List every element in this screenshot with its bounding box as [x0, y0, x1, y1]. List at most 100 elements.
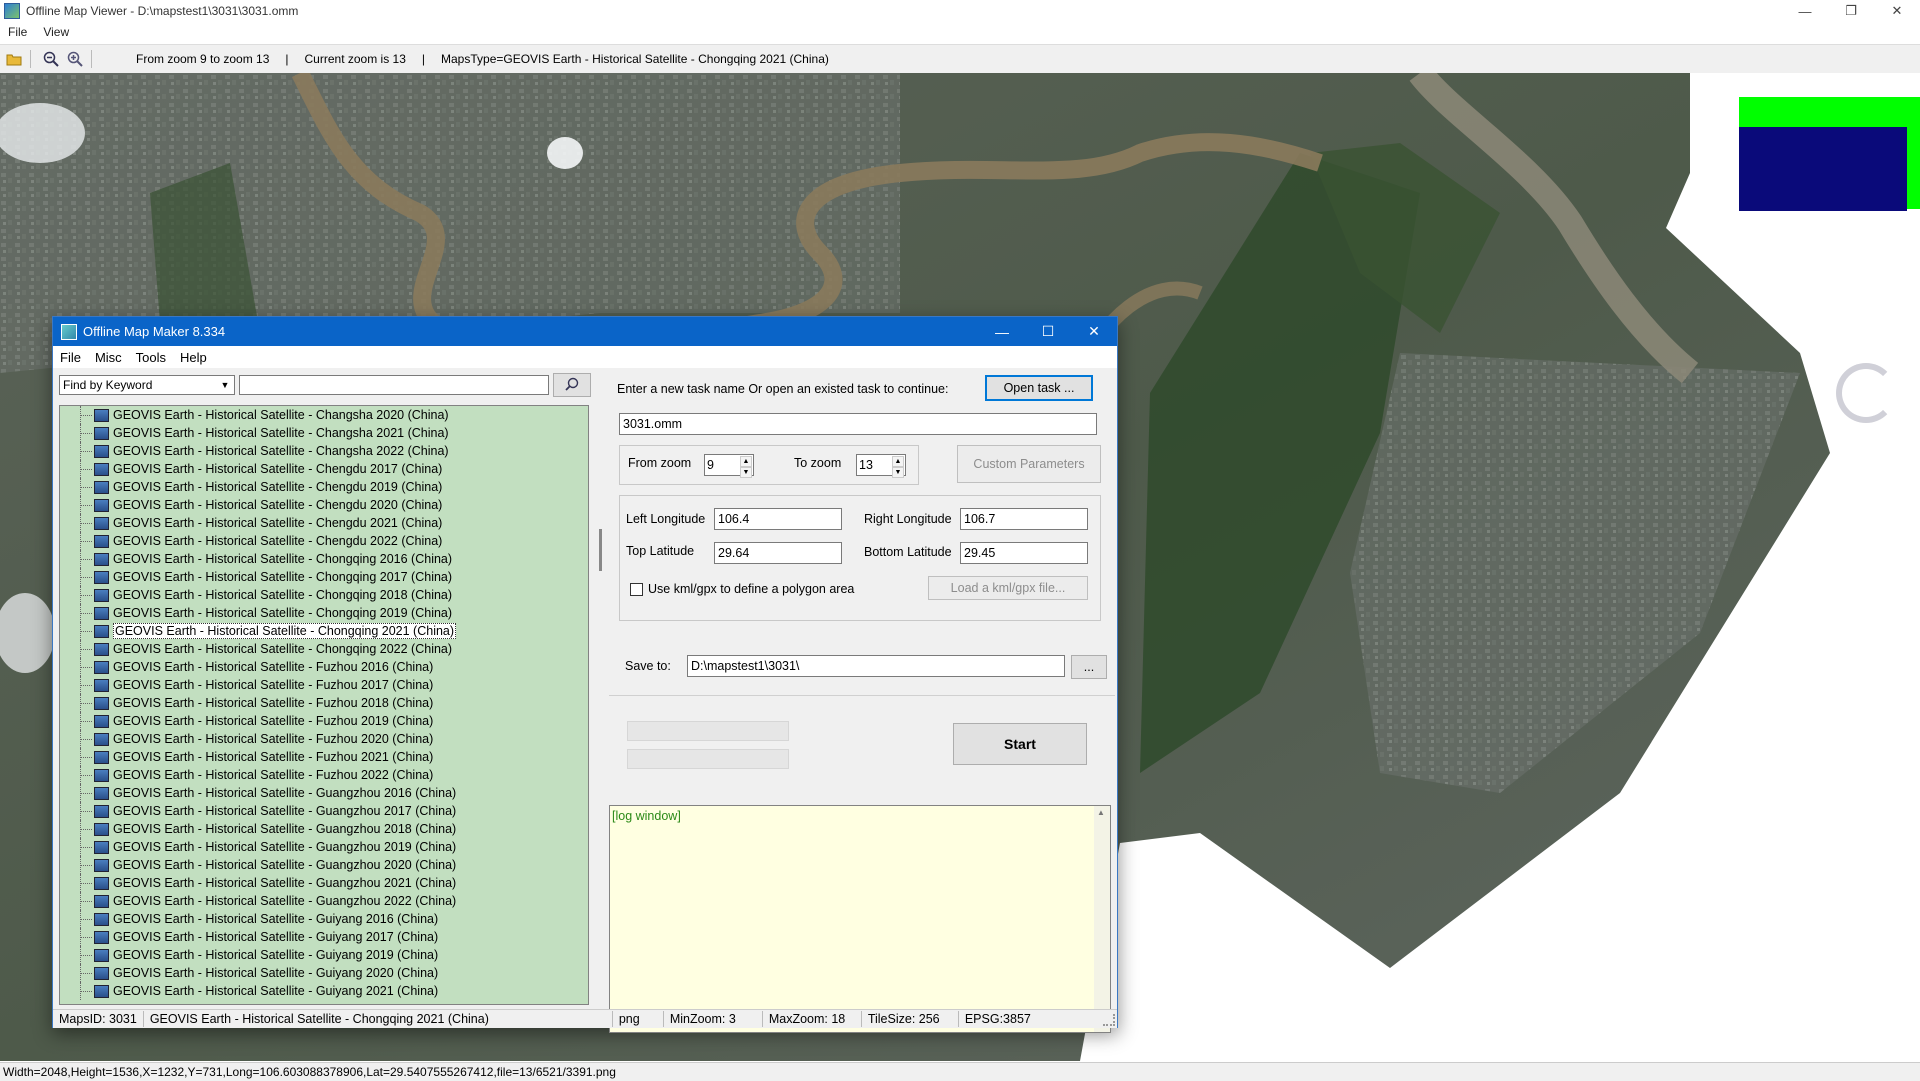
list-item[interactable]: GEOVIS Earth - Historical Satellite - Ch… — [60, 460, 588, 478]
list-item-label: GEOVIS Earth - Historical Satellite - Ch… — [113, 408, 449, 422]
search-row: Find by Keyword ▼ — [59, 373, 595, 397]
area-group: Left Longitude 106.4 Right Longitude 106… — [619, 495, 1101, 621]
list-item-label: GEOVIS Earth - Historical Satellite - Gu… — [113, 930, 439, 944]
dialog-maximize-button[interactable]: ☐ — [1025, 317, 1071, 346]
list-item[interactable]: GEOVIS Earth - Historical Satellite - Gu… — [60, 928, 588, 946]
bottom-latitude-input[interactable]: 29.45 — [960, 542, 1088, 564]
list-item[interactable]: GEOVIS Earth - Historical Satellite - Ch… — [60, 604, 588, 622]
tree-branch-line — [60, 622, 94, 640]
map-layer-icon — [94, 948, 109, 962]
tree-branch-line — [60, 676, 94, 694]
map-layer-icon — [94, 696, 109, 710]
list-item-label: GEOVIS Earth - Historical Satellite - Gu… — [113, 984, 439, 998]
dialog-menubar: File Misc Tools Help — [53, 346, 1117, 368]
zoom-in-icon[interactable] — [65, 49, 85, 69]
kml-polygon-checkbox[interactable] — [630, 583, 643, 596]
list-item[interactable]: GEOVIS Earth - Historical Satellite - Ch… — [60, 586, 588, 604]
dialog-minimize-button[interactable]: — — [979, 317, 1025, 346]
scroll-up-icon[interactable]: ▲ — [1097, 808, 1105, 817]
log-scrollbar[interactable]: ▲ ▼ — [1094, 806, 1110, 1032]
map-layer-icon — [94, 588, 109, 602]
status-max-zoom: MaxZoom: 18 — [763, 1011, 862, 1027]
start-button[interactable]: Start — [953, 723, 1087, 765]
viewer-minimize-button[interactable]: — — [1782, 0, 1828, 22]
resize-grip-icon[interactable] — [1103, 1014, 1115, 1026]
open-folder-icon[interactable] — [4, 49, 24, 69]
viewer-menu-file[interactable]: File — [0, 25, 35, 39]
list-item[interactable]: GEOVIS Earth - Historical Satellite - Gu… — [60, 856, 588, 874]
list-item[interactable]: GEOVIS Earth - Historical Satellite - Gu… — [60, 874, 588, 892]
search-mode-select[interactable]: Find by Keyword ▼ — [59, 375, 235, 395]
viewer-menu-view[interactable]: View — [35, 25, 77, 39]
map-layer-icon — [94, 840, 109, 854]
list-item[interactable]: GEOVIS Earth - Historical Satellite - Fu… — [60, 748, 588, 766]
load-kml-button[interactable]: Load a kml/gpx file... — [928, 576, 1088, 600]
list-item[interactable]: GEOVIS Earth - Historical Satellite - Ch… — [60, 550, 588, 568]
viewer-restore-button[interactable]: ❐ — [1828, 0, 1874, 22]
tree-scrollbar-thumb[interactable] — [599, 529, 602, 571]
list-item[interactable]: GEOVIS Earth - Historical Satellite - Ch… — [60, 442, 588, 460]
list-item[interactable]: GEOVIS Earth - Historical Satellite - Gu… — [60, 784, 588, 802]
list-item[interactable]: GEOVIS Earth - Historical Satellite - Fu… — [60, 676, 588, 694]
status-map-name: GEOVIS Earth - Historical Satellite - Ch… — [144, 1011, 613, 1027]
list-item[interactable]: GEOVIS Earth - Historical Satellite - Gu… — [60, 910, 588, 928]
list-item[interactable]: GEOVIS Earth - Historical Satellite - Ch… — [60, 478, 588, 496]
map-viewer-app-icon — [4, 3, 20, 19]
tree-branch-line — [60, 946, 94, 964]
list-item[interactable]: GEOVIS Earth - Historical Satellite - Ch… — [60, 514, 588, 532]
list-item[interactable]: GEOVIS Earth - Historical Satellite - Ch… — [60, 622, 588, 640]
right-longitude-input[interactable]: 106.7 — [960, 508, 1088, 530]
zoom-out-icon[interactable] — [41, 49, 61, 69]
list-item[interactable]: GEOVIS Earth - Historical Satellite - Fu… — [60, 712, 588, 730]
map-layer-icon — [94, 912, 109, 926]
dialog-close-button[interactable]: ✕ — [1071, 317, 1117, 346]
list-item-label: GEOVIS Earth - Historical Satellite - Ch… — [113, 534, 443, 548]
list-item[interactable]: GEOVIS Earth - Historical Satellite - Ch… — [60, 532, 588, 550]
list-item[interactable]: GEOVIS Earth - Historical Satellite - Ch… — [60, 496, 588, 514]
list-item-label: GEOVIS Earth - Historical Satellite - Fu… — [113, 696, 434, 710]
list-item[interactable]: GEOVIS Earth - Historical Satellite - Ch… — [60, 640, 588, 658]
list-item[interactable]: GEOVIS Earth - Historical Satellite - Gu… — [60, 946, 588, 964]
tree-scrollbar[interactable] — [593, 405, 609, 1003]
list-item[interactable]: GEOVIS Earth - Historical Satellite - Fu… — [60, 766, 588, 784]
dialog-menu-tools[interactable]: Tools — [129, 350, 173, 365]
to-zoom-spinner[interactable]: 13 ▲ ▼ — [856, 454, 906, 478]
list-item[interactable]: GEOVIS Earth - Historical Satellite - Ch… — [60, 568, 588, 586]
dialog-menu-file[interactable]: File — [53, 350, 88, 365]
open-task-button[interactable]: Open task ... — [985, 375, 1093, 401]
map-layer-icon — [94, 444, 109, 458]
tree-branch-line — [60, 856, 94, 874]
dialog-menu-help[interactable]: Help — [173, 350, 214, 365]
viewer-close-button[interactable]: ✕ — [1874, 0, 1920, 22]
map-type-tree[interactable]: GEOVIS Earth - Historical Satellite - Ch… — [59, 405, 589, 1005]
list-item[interactable]: GEOVIS Earth - Historical Satellite - Fu… — [60, 658, 588, 676]
list-item[interactable]: GEOVIS Earth - Historical Satellite - Gu… — [60, 838, 588, 856]
list-item[interactable]: GEOVIS Earth - Historical Satellite - Ch… — [60, 406, 588, 424]
spinner-arrows-icon[interactable]: ▲ ▼ — [892, 456, 904, 478]
tree-branch-line — [60, 928, 94, 946]
top-latitude-input[interactable]: 29.64 — [714, 542, 842, 564]
save-path-input[interactable]: D:\mapstest1\3031\ — [687, 655, 1065, 677]
left-longitude-input[interactable]: 106.4 — [714, 508, 842, 530]
spinner-arrows-icon[interactable]: ▲ ▼ — [740, 456, 752, 478]
log-window[interactable]: [log window] ▲ ▼ — [609, 805, 1111, 1033]
tree-branch-line — [60, 586, 94, 604]
list-item[interactable]: GEOVIS Earth - Historical Satellite - Ch… — [60, 424, 588, 442]
keyword-input[interactable] — [239, 375, 549, 395]
search-button[interactable] — [553, 373, 591, 397]
list-item[interactable]: GEOVIS Earth - Historical Satellite - Gu… — [60, 802, 588, 820]
list-item[interactable]: GEOVIS Earth - Historical Satellite - Gu… — [60, 892, 588, 910]
list-item[interactable]: GEOVIS Earth - Historical Satellite - Gu… — [60, 964, 588, 982]
list-item[interactable]: GEOVIS Earth - Historical Satellite - Fu… — [60, 694, 588, 712]
list-item[interactable]: GEOVIS Earth - Historical Satellite - Gu… — [60, 820, 588, 838]
task-prompt: Enter a new task name Or open an existed… — [617, 382, 949, 396]
dialog-menu-misc[interactable]: Misc — [88, 350, 129, 365]
task-name-input[interactable]: 3031.omm — [619, 413, 1097, 435]
list-item-label: GEOVIS Earth - Historical Satellite - Gu… — [113, 912, 439, 926]
custom-parameters-button[interactable]: Custom Parameters — [957, 445, 1101, 483]
list-item[interactable]: GEOVIS Earth - Historical Satellite - Gu… — [60, 982, 588, 1000]
from-zoom-spinner[interactable]: 9 ▲ ▼ — [704, 454, 754, 478]
list-item[interactable]: GEOVIS Earth - Historical Satellite - Fu… — [60, 730, 588, 748]
browse-folder-button[interactable]: ... — [1071, 655, 1107, 679]
dialog-titlebar[interactable]: Offline Map Maker 8.334 — ☐ ✕ — [53, 317, 1117, 346]
